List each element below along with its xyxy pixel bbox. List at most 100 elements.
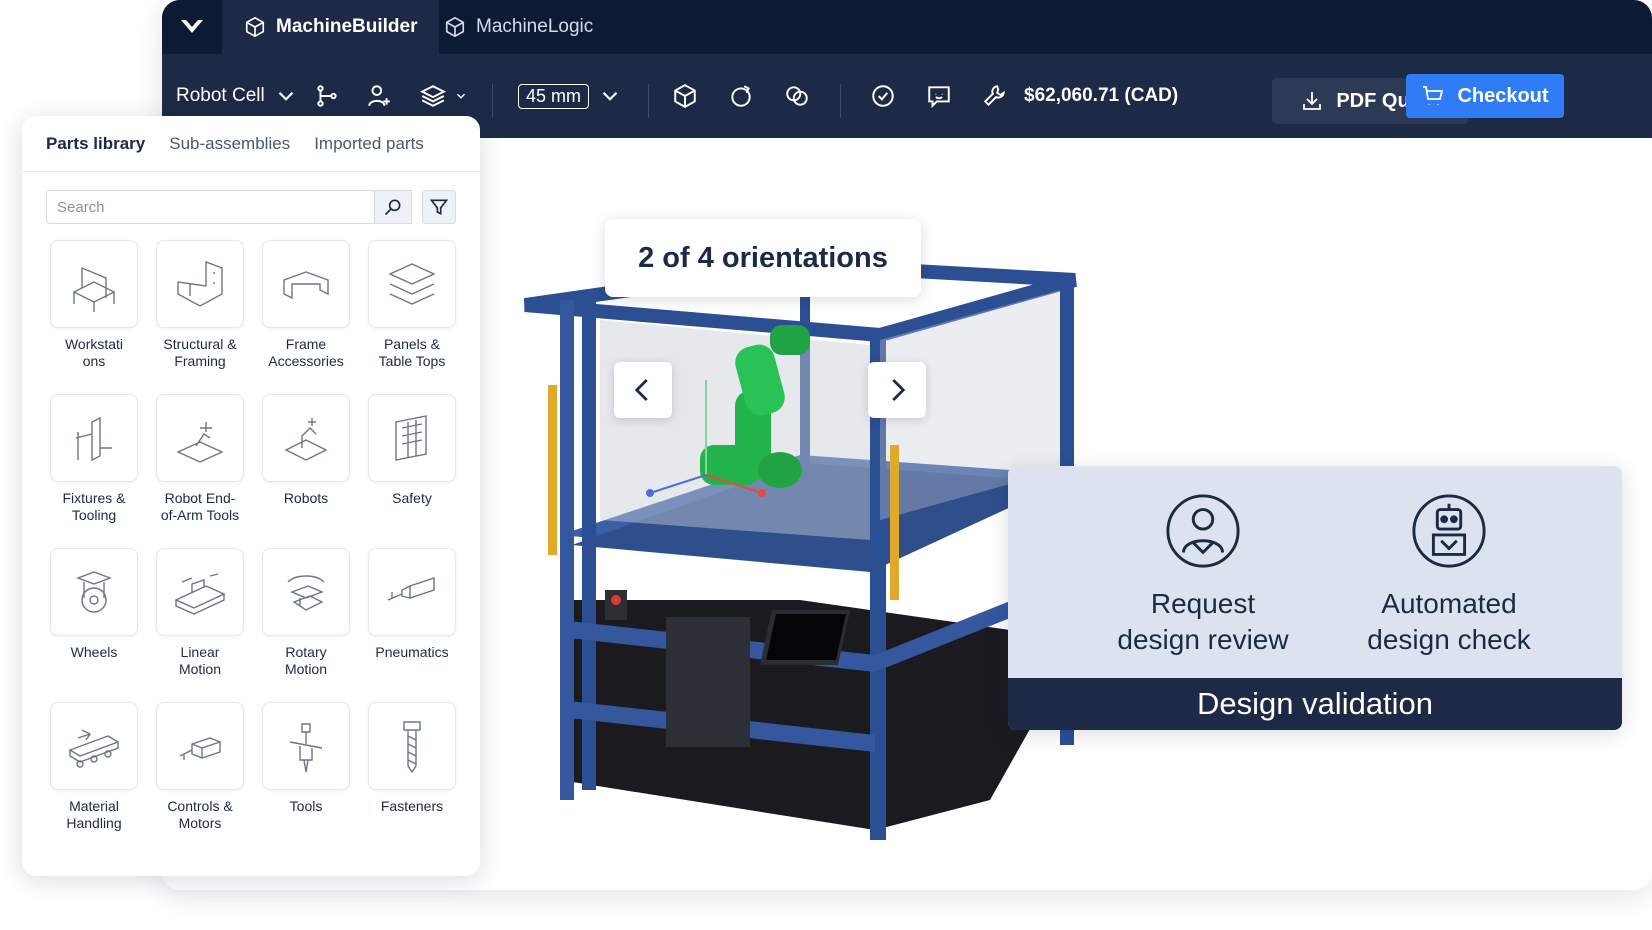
review-label-line1: Request — [1150, 588, 1256, 619]
category-material-handling[interactable]: Material Handling — [42, 702, 146, 834]
rotate-icon — [731, 85, 751, 107]
checkout-label: Checkout — [1457, 84, 1549, 107]
category-end-of-arm-tools[interactable]: Robot End- of-Arm Tools — [148, 394, 252, 526]
link-button[interactable] — [784, 54, 810, 138]
category-label: Wheels — [70, 644, 118, 660]
category-fasteners[interactable]: Fasteners — [360, 702, 464, 834]
link-icon — [786, 86, 808, 106]
category-controls-motors[interactable]: Controls & Motors — [148, 702, 252, 834]
chevron-down-icon — [278, 91, 293, 101]
category-label: Linear Motion — [178, 644, 222, 677]
chevron-right-icon — [892, 379, 906, 401]
check-circle-icon — [872, 85, 894, 107]
toolbar-divider — [840, 84, 841, 118]
category-panels-table-tops[interactable]: Panels & Table Tops — [360, 240, 464, 372]
toolbar-divider — [492, 84, 493, 118]
category-safety[interactable]: Safety — [360, 394, 464, 526]
comment-button[interactable] — [926, 54, 952, 138]
category-tools[interactable]: Tools — [254, 702, 358, 834]
category-label: Frame Accessories — [268, 336, 344, 369]
category-label: Robot End- of-Arm Tools — [160, 490, 240, 523]
category-rotary-motion[interactable]: Rotary Motion — [254, 548, 358, 680]
filter-icon — [429, 199, 449, 216]
price-display[interactable]: $62,060.71 (CAD) — [982, 54, 1178, 138]
rotary-motion-icon — [262, 548, 350, 636]
search-icon — [384, 199, 401, 216]
category-label: Material Handling — [66, 798, 122, 831]
chevron-down-icon — [456, 93, 466, 99]
check-label-line1: Automated — [1381, 588, 1517, 619]
robot-icon — [1412, 494, 1486, 568]
category-label: Tools — [289, 798, 323, 814]
tab-imported-parts[interactable]: Imported parts — [314, 134, 424, 154]
tab-machinebuilder[interactable]: MachineBuilder — [222, 0, 440, 54]
category-label: Safety — [392, 490, 432, 506]
cube-icon — [445, 16, 465, 38]
category-grid: Workstati ons Structural & Framing Frame… — [42, 240, 462, 834]
price-label: $62,060.71 (CAD) — [1024, 85, 1179, 106]
cube-icon — [674, 84, 696, 108]
motor-icon — [156, 702, 244, 790]
category-label: Workstati ons — [64, 336, 124, 369]
pneumatics-icon — [368, 548, 456, 636]
chevron-down-icon — [602, 91, 618, 101]
check-button[interactable] — [870, 54, 896, 138]
fixtures-icon — [50, 394, 138, 482]
rotate-button[interactable] — [728, 54, 754, 138]
category-fixtures-tooling[interactable]: Fixtures & Tooling — [42, 394, 146, 526]
logo-icon[interactable] — [162, 0, 222, 54]
panel-tabs: Parts library Sub-assemblies Imported pa… — [22, 116, 480, 172]
comment-icon — [928, 86, 950, 109]
category-label: Panels & Table Tops — [378, 336, 446, 369]
chevron-left-icon — [634, 379, 648, 401]
category-wheels[interactable]: Wheels — [42, 548, 146, 680]
category-label: Structural & Framing — [163, 336, 237, 369]
search-button[interactable] — [374, 190, 412, 224]
view-cube-button[interactable] — [672, 54, 698, 138]
add-user-icon — [368, 85, 390, 107]
wheel-icon — [50, 548, 138, 636]
tab-sub-assemblies[interactable]: Sub-assemblies — [169, 134, 290, 154]
unit-select[interactable]: 45 mm — [518, 54, 623, 138]
category-linear-motion[interactable]: Linear Motion — [148, 548, 252, 680]
orientation-indicator: 2 of 4 orientations — [605, 219, 921, 297]
filter-button[interactable] — [422, 190, 456, 224]
design-validation-card: Request design review Automated design c… — [1008, 466, 1622, 730]
linear-motion-icon — [156, 548, 244, 636]
request-design-review[interactable]: Request design review — [1078, 492, 1328, 658]
category-structural-framing[interactable]: Structural & Framing — [148, 240, 252, 372]
cube-icon — [245, 16, 265, 38]
download-icon — [1303, 92, 1322, 110]
tool-icon — [262, 702, 350, 790]
category-pneumatics[interactable]: Pneumatics — [360, 548, 464, 680]
framing-icon — [156, 240, 244, 328]
search-input[interactable]: Search — [46, 190, 376, 224]
reviewer-icon — [1166, 494, 1240, 568]
category-frame-accessories[interactable]: Frame Accessories — [254, 240, 358, 372]
category-robots[interactable]: Robots — [254, 394, 358, 526]
frame-accessory-icon — [262, 240, 350, 328]
branch-icon — [317, 85, 337, 107]
tab-machinelogic[interactable]: MachineLogic — [422, 0, 615, 54]
layers-icon — [420, 85, 446, 107]
tab-label: MachineBuilder — [276, 16, 418, 37]
category-label: Fixtures & Tooling — [62, 490, 126, 523]
toolbar-divider — [648, 84, 649, 118]
tab-parts-library[interactable]: Parts library — [46, 134, 145, 154]
orientation-label: 2 of 4 orientations — [638, 241, 888, 274]
parts-panel: Parts library Sub-assemblies Imported pa… — [22, 116, 480, 876]
category-label: Controls & Motors — [167, 798, 233, 831]
panels-icon — [368, 240, 456, 328]
checkout-button[interactable]: Checkout — [1406, 74, 1564, 118]
validation-footer: Design validation — [1008, 678, 1622, 730]
automated-design-check[interactable]: Automated design check — [1324, 492, 1574, 658]
previous-orientation-button[interactable] — [614, 362, 672, 418]
conveyor-icon — [50, 702, 138, 790]
next-orientation-button[interactable] — [868, 362, 926, 418]
check-label-line2: design check — [1367, 624, 1531, 655]
tab-label: MachineLogic — [476, 16, 594, 37]
category-label: Robots — [283, 490, 329, 506]
wrench-icon — [983, 85, 1005, 107]
bolt-icon — [368, 702, 456, 790]
category-workstations[interactable]: Workstati ons — [42, 240, 146, 372]
